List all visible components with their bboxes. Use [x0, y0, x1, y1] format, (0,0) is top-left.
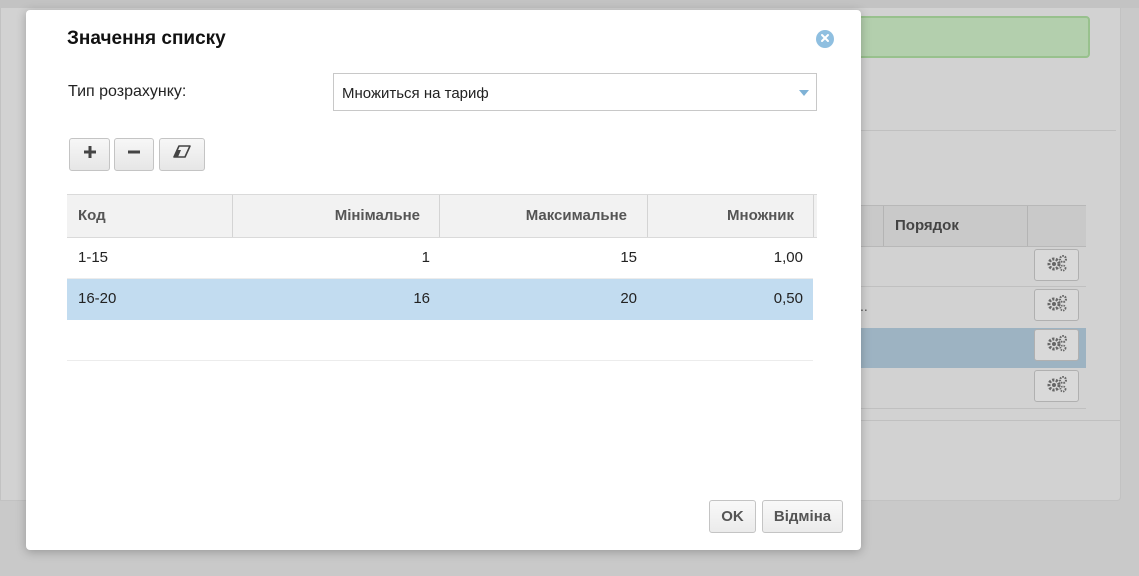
minus-icon — [126, 144, 142, 165]
cell-max: 20 — [620, 290, 637, 307]
background-column-order: Порядок — [895, 217, 959, 234]
ok-button[interactable]: OK — [709, 500, 756, 533]
column-header-min[interactable]: Мінімальне — [335, 195, 420, 237]
background-row-divider — [860, 286, 1086, 287]
table-row-selected[interactable]: 16-20 16 20 0,50 — [67, 279, 813, 320]
column-header-code[interactable]: Код — [78, 195, 106, 237]
cell-multiplier: 1,00 — [773, 249, 803, 266]
calc-type-label: Тип розрахунку: — [68, 83, 187, 100]
cell-multiplier: 0,50 — [773, 290, 803, 307]
column-divider — [647, 195, 648, 237]
grid-header: Код Мінімальне Максимальне Множник — [67, 194, 817, 238]
background-truncated-text: .. — [860, 298, 868, 314]
eraser-icon — [172, 145, 192, 164]
add-row-button[interactable] — [69, 138, 110, 171]
gears-icon — [1046, 294, 1068, 317]
gears-icon — [1046, 254, 1068, 277]
remove-row-button[interactable] — [114, 138, 154, 171]
calc-type-select[interactable]: Множиться на тариф — [333, 73, 817, 111]
list-values-dialog: Значення списку Тип розрахунку: Множитьс… — [26, 10, 861, 550]
calc-type-value: Множиться на тариф — [342, 85, 489, 102]
close-button[interactable] — [816, 30, 834, 48]
dialog-title: Значення списку — [67, 28, 226, 49]
row-settings-button[interactable] — [1034, 370, 1079, 402]
gears-icon — [1046, 334, 1068, 357]
row-settings-button[interactable] — [1034, 249, 1079, 281]
cell-code: 16-20 — [78, 290, 117, 307]
row-settings-button[interactable] — [1034, 289, 1079, 321]
cell-min: 1 — [421, 249, 430, 266]
cell-min: 16 — [413, 290, 430, 307]
background-top-strip — [0, 0, 1139, 8]
cell-code: 1-15 — [78, 249, 109, 266]
cancel-button[interactable]: Відміна — [762, 500, 843, 533]
clear-button[interactable] — [159, 138, 205, 171]
row-settings-button[interactable] — [1034, 329, 1079, 361]
background-column-divider — [883, 206, 884, 246]
success-message-bar — [850, 16, 1090, 58]
background-row-divider — [860, 408, 1086, 409]
column-header-multiplier[interactable]: Множник — [727, 195, 794, 237]
values-grid: Код Мінімальне Максимальне Множник 1-15 … — [67, 194, 817, 361]
table-row[interactable]: 1-15 1 15 1,00 — [67, 238, 813, 279]
gears-icon — [1046, 375, 1068, 398]
grid-empty-row — [67, 320, 813, 361]
background-column-divider — [1027, 206, 1028, 246]
background-divider — [860, 130, 1116, 131]
column-divider — [232, 195, 233, 237]
chevron-down-icon — [799, 90, 809, 96]
background-table-header — [860, 205, 1086, 247]
close-icon — [820, 30, 830, 48]
background-divider — [860, 420, 1120, 421]
plus-icon — [82, 144, 98, 165]
cell-max: 15 — [620, 249, 637, 266]
column-divider — [813, 195, 814, 237]
column-header-max[interactable]: Максимальне — [526, 195, 627, 237]
column-divider — [439, 195, 440, 237]
